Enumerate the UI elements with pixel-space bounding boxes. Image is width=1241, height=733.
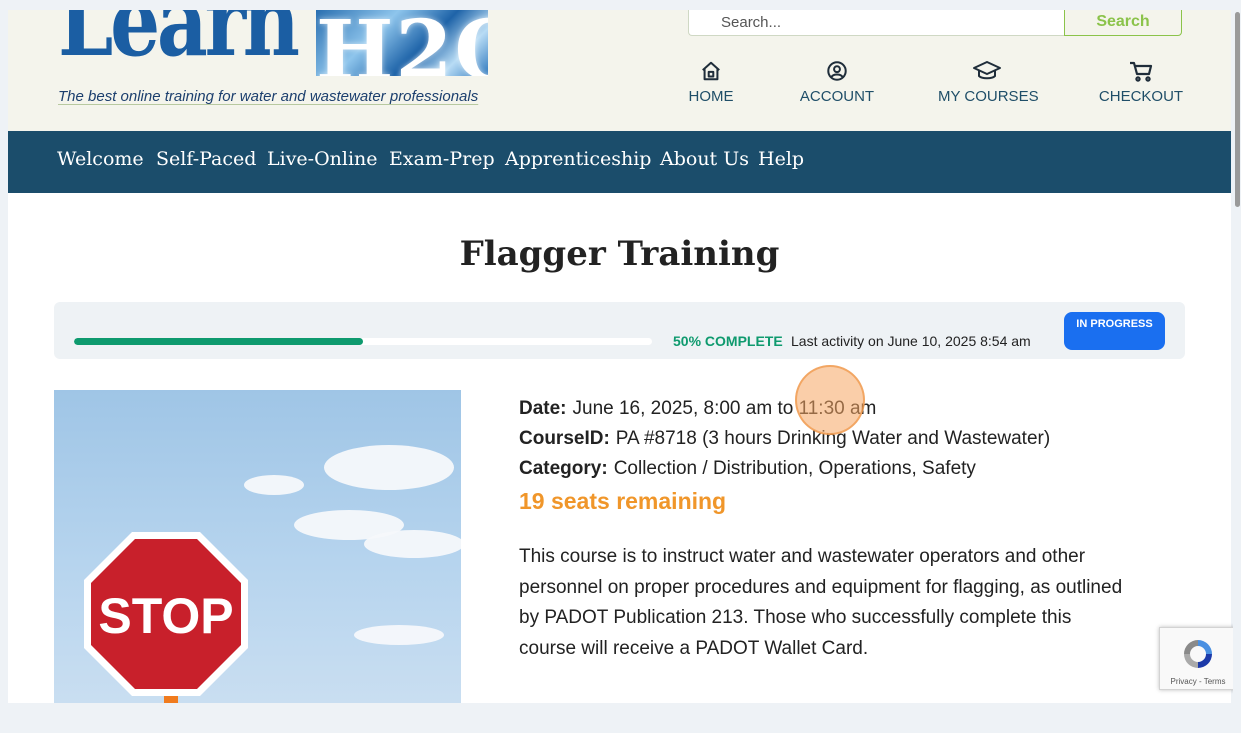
last-activity: Last activity on June 10, 2025 8:54 am: [791, 333, 1031, 349]
nav-apprenticeship[interactable]: Apprenticeship: [505, 148, 651, 170]
seats-remaining: 19 seats remaining: [519, 488, 727, 514]
recaptcha-icon: [1184, 640, 1212, 668]
graduation-cap-icon: [973, 61, 1001, 80]
nav-checkout[interactable]: CHECKOUT: [1098, 60, 1184, 105]
nav-live-online[interactable]: Live-Online: [267, 148, 378, 170]
nav-welcome[interactable]: Welcome: [57, 148, 144, 170]
nav-home-label: HOME: [688, 88, 734, 105]
progress-percent: 50% COMPLETE: [673, 333, 783, 349]
nav-account[interactable]: ACCOUNT: [798, 60, 876, 105]
search-form: Search: [688, 10, 1182, 38]
category-value: Collection / Distribution, Operations, S…: [613, 458, 976, 479]
search-input[interactable]: [688, 10, 1064, 36]
account-icon: [827, 61, 847, 81]
nav-home[interactable]: HOME: [688, 60, 734, 105]
nav-exam-prep[interactable]: Exam-Prep: [389, 148, 495, 170]
cloud: [354, 625, 444, 645]
cursor-click-indicator: [795, 365, 865, 435]
category-label: Category:: [519, 458, 608, 479]
nav-about-us[interactable]: About Us: [660, 148, 749, 170]
date-label: Date:: [519, 398, 567, 419]
recaptcha-badge[interactable]: Privacy - Terms: [1159, 627, 1237, 690]
nav-help[interactable]: Help: [758, 148, 804, 170]
site-header: Learn H2O The best online training for w…: [8, 10, 1231, 131]
nav-my-courses[interactable]: MY COURSES: [938, 60, 1039, 105]
nav-checkout-label: CHECKOUT: [1098, 88, 1184, 105]
site-logo[interactable]: Learn H2O: [58, 10, 488, 80]
scrollbar-thumb[interactable]: [1235, 12, 1240, 207]
courseid-label: CourseID:: [519, 428, 610, 449]
page-title: Flagger Training: [459, 234, 780, 274]
course-progress: 50% COMPLETE Last activity on June 10, 2…: [54, 302, 1185, 359]
course-image: STOP: [54, 390, 461, 703]
cloud: [244, 475, 304, 495]
progress-bar: [74, 338, 652, 345]
status-badge: IN PROGRESS: [1064, 312, 1165, 350]
cloud: [324, 445, 454, 490]
nav-account-label: ACCOUNT: [799, 88, 875, 105]
course-details: Date: June 16, 2025, 8:00 am to 11:30 am …: [519, 394, 1159, 664]
stop-sign-text: STOP: [98, 588, 233, 644]
category-row: Category: Collection / Distribution, Oper…: [519, 454, 1159, 484]
cart-icon: [1130, 61, 1153, 82]
home-icon: [702, 61, 720, 81]
progress-bar-fill: [74, 338, 363, 345]
site-tagline: The best online training for water and w…: [58, 88, 479, 105]
nav-self-paced[interactable]: Self-Paced: [156, 148, 256, 170]
search-button[interactable]: Search: [1064, 10, 1182, 36]
logo-word: Learn: [58, 10, 300, 78]
main-navigation: Welcome Self-Paced Live-Online Exam-Prep…: [8, 131, 1231, 193]
cloud: [364, 530, 461, 558]
stop-sign-image: STOP: [84, 532, 248, 696]
recaptcha-terms[interactable]: Privacy - Terms: [1160, 677, 1236, 686]
nav-my-courses-label: MY COURSES: [938, 88, 1039, 105]
page: Learn H2O The best online training for w…: [8, 10, 1231, 703]
logo-h2o: H2O: [316, 10, 488, 76]
course-description: This course is to instruct water and was…: [519, 546, 1123, 659]
